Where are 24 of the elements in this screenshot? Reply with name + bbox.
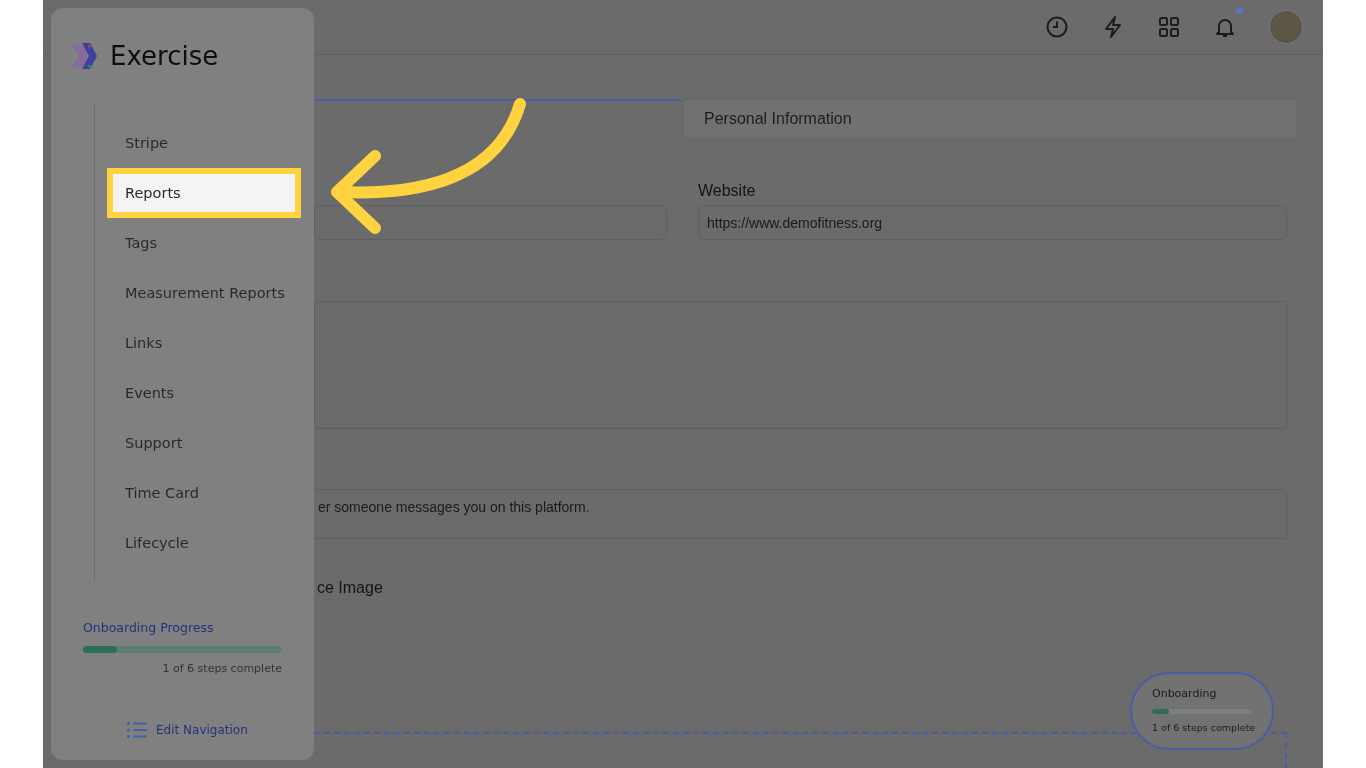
nav-item[interactable]: Support [107, 418, 301, 468]
clock-icon[interactable] [1045, 15, 1069, 39]
nav-item[interactable]: Links [107, 318, 301, 368]
onboarding-progress-toast[interactable]: Onboarding 1 of 6 steps complete [1130, 672, 1274, 750]
apps-grid-icon[interactable] [1157, 15, 1181, 39]
nav-item[interactable]: Reports [107, 168, 301, 218]
progress-title: Onboarding Progress [83, 620, 215, 635]
edit-navigation-link[interactable]: Edit Navigation [127, 722, 248, 738]
widget-title: Onboarding [1152, 687, 1218, 700]
list-icon [127, 722, 147, 738]
field-label: Website [698, 182, 757, 201]
brand-name: Exercise [110, 41, 219, 71]
nav-item[interactable]: Lifecycle [107, 518, 301, 568]
field-label: ce Image [317, 579, 383, 596]
tab[interactable]: Personal Information [683, 99, 1297, 137]
nav-item[interactable]: Measurement Reports [107, 268, 301, 318]
website-input[interactable]: https://www.demofitness.org [698, 205, 1287, 240]
progress-caption: 1 of 6 steps complete [162, 662, 282, 675]
nav-item[interactable]: Time Card [107, 468, 301, 518]
logo-icon [70, 41, 100, 71]
nav-item[interactable]: Tags [107, 218, 301, 268]
message-field[interactable]: er someone messages you on this platform. [314, 489, 1287, 539]
nav-item[interactable]: Stripe [107, 118, 301, 168]
nav-item[interactable]: Events [107, 368, 301, 418]
